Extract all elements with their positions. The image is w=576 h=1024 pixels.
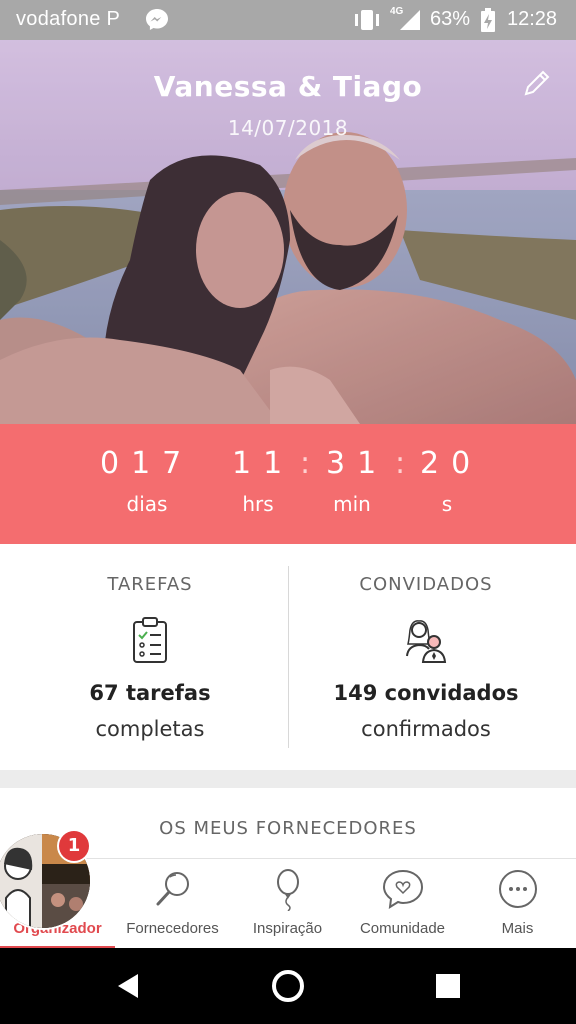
countdown-hours-label: hrs xyxy=(242,492,274,516)
balloon-icon xyxy=(277,869,299,911)
clock: 12:28 xyxy=(507,8,558,30)
more-dots-icon xyxy=(499,870,537,908)
back-icon[interactable] xyxy=(116,972,140,1000)
countdown-seconds: 20 xyxy=(420,446,483,481)
countdown-days: 017 xyxy=(100,446,194,481)
tasks-count: 67 tarefas xyxy=(89,681,211,705)
nav-label: Comunidade xyxy=(359,920,446,937)
guests-card[interactable]: CONVIDADOS 149 convidados confirmados xyxy=(282,544,570,770)
tasks-card[interactable]: TAREFAS 67 tarefas completas xyxy=(6,544,294,770)
guests-title: CONVIDADOS xyxy=(359,574,493,595)
countdown-separator: : xyxy=(300,446,311,481)
wedding-countdown: 017 11 : 31 : 20 dias hrs min s xyxy=(0,424,576,544)
countdown-minutes-label: min xyxy=(333,492,371,516)
countdown-minutes: 31 xyxy=(326,446,389,481)
nav-label: Mais xyxy=(501,920,534,937)
wedding-stats: TAREFAS 67 tarefas completas CONVIDADOS … xyxy=(0,544,576,770)
nav-mais[interactable]: Mais xyxy=(460,859,575,949)
nav-label: Inspiração xyxy=(252,920,323,937)
signal-icon xyxy=(400,10,420,30)
guests-sub: confirmados xyxy=(361,717,491,741)
vendors-title: OS MEUS FORNECEDORES xyxy=(159,818,417,839)
battery-charging-icon xyxy=(481,8,495,32)
countdown-days-label: dias xyxy=(126,492,168,516)
nav-comunidade[interactable]: Comunidade xyxy=(345,859,460,949)
clipboard-checklist-icon xyxy=(133,617,167,663)
home-icon[interactable] xyxy=(270,968,306,1004)
nav-label: Fornecedores xyxy=(126,920,219,937)
messenger-icon xyxy=(146,9,168,30)
countdown-hours: 11 xyxy=(232,446,295,481)
wedding-date: 14/07/2018 xyxy=(227,116,349,140)
tasks-sub: completas xyxy=(95,717,205,741)
recents-icon[interactable] xyxy=(436,974,460,998)
nav-fornecedores[interactable]: Fornecedores xyxy=(115,859,230,949)
battery-percent: 63% xyxy=(430,8,471,30)
countdown-seconds-label: s xyxy=(441,492,453,516)
couple-names: Vanessa & Tiago xyxy=(153,70,423,103)
tasks-title: TAREFAS xyxy=(107,574,193,595)
chat-heart-icon xyxy=(382,869,424,909)
magnifier-icon xyxy=(156,872,189,906)
guests-count: 149 convidados xyxy=(333,681,519,705)
status-bar: vodafone P 4G 63% 12:28 xyxy=(0,0,576,40)
system-navigation-bar xyxy=(0,948,576,1024)
vibrate-icon xyxy=(355,10,379,30)
notification-badge: 1 xyxy=(59,831,89,861)
guests-couple-icon xyxy=(406,620,447,663)
edit-pencil-icon[interactable] xyxy=(520,66,554,100)
couple-photo-header: Vanessa & Tiago 14/07/2018 xyxy=(0,40,576,424)
carrier-name: vodafone P xyxy=(16,8,121,30)
countdown-separator: : xyxy=(395,446,406,481)
nav-inspiracao[interactable]: Inspiração xyxy=(230,859,345,949)
section-gap xyxy=(0,770,576,788)
